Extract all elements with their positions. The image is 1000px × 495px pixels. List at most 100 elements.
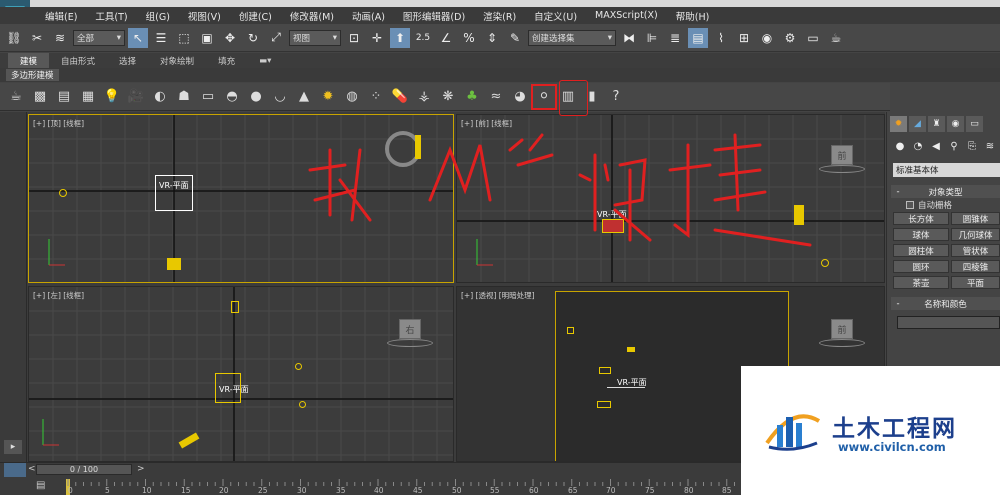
- light-helper[interactable]: [599, 367, 611, 374]
- cone-icon[interactable]: ▲: [293, 86, 315, 108]
- material-editor-icon[interactable]: ◉: [757, 28, 777, 48]
- name-color-rollout[interactable]: - 名称和颜色: [891, 297, 1000, 310]
- mirror-icon[interactable]: ⧓: [619, 28, 639, 48]
- primitive-category-dropdown[interactable]: 标准基本体: [893, 163, 1000, 177]
- named-selection-dropdown[interactable]: 创建选择集 ▾: [528, 29, 616, 46]
- camera-helper[interactable]: [167, 258, 181, 270]
- render-frame-icon[interactable]: ▩: [29, 86, 51, 108]
- window-crossing-icon[interactable]: ▣: [197, 28, 217, 48]
- viewport-left[interactable]: [+] [左] [线框] 右 VR-平面: [28, 286, 454, 462]
- viewport-label[interactable]: [+] [透视] [明暗处理]: [461, 290, 535, 301]
- light-helper[interactable]: [299, 401, 306, 408]
- helpers-icon[interactable]: ⎘: [965, 139, 979, 153]
- light-helper[interactable]: [231, 301, 239, 313]
- plane-icon[interactable]: ▭: [197, 86, 219, 108]
- curve-editor-icon[interactable]: ⌇: [711, 28, 731, 48]
- render-setup-icon[interactable]: ⚙: [780, 28, 800, 48]
- viewport-label[interactable]: [+] [顶] [线框]: [33, 118, 84, 129]
- geosphere-button[interactable]: 几何球体: [951, 228, 1000, 241]
- rendered-frame-icon[interactable]: ▭: [803, 28, 823, 48]
- ribbon-options-icon[interactable]: ▬▾: [247, 53, 283, 68]
- hierarchy-tab-icon[interactable]: ♜: [928, 116, 945, 132]
- select-object-icon[interactable]: ↖: [128, 27, 148, 48]
- capsule-icon[interactable]: 💊: [389, 86, 411, 108]
- menu-views[interactable]: 视图(V): [179, 9, 230, 23]
- rectangular-selection-icon[interactable]: ⬚: [174, 28, 194, 48]
- plant-icon[interactable]: ♣: [461, 86, 483, 108]
- camera-icon[interactable]: 🎥: [125, 86, 147, 108]
- cylinder-button[interactable]: 圆柱体: [893, 244, 949, 257]
- unlink-icon[interactable]: ✂: [27, 28, 47, 48]
- teapot-icon[interactable]: ☕: [5, 86, 27, 108]
- menu-animation[interactable]: 动画(A): [343, 9, 394, 23]
- help-icon[interactable]: ?: [605, 86, 627, 108]
- robot-icon[interactable]: ☗: [173, 86, 195, 108]
- select-manipulate-icon[interactable]: ✛: [367, 28, 387, 48]
- autogrid-checkbox[interactable]: [906, 201, 914, 209]
- sphere-button[interactable]: 球体: [893, 228, 949, 241]
- modify-tab-icon[interactable]: ◢: [909, 116, 926, 132]
- align-icon[interactable]: ⊫: [642, 28, 662, 48]
- keyboard-shortcut-override-icon[interactable]: ⬆: [390, 27, 410, 48]
- menu-edit[interactable]: 编辑(E): [36, 9, 86, 23]
- viewcube[interactable]: 前: [831, 319, 853, 339]
- bowl-icon[interactable]: ◡: [269, 86, 291, 108]
- menu-group[interactable]: 组(G): [137, 9, 179, 23]
- track-bar-toggle-icon[interactable]: ▤: [36, 480, 50, 492]
- move-icon[interactable]: ✥: [220, 28, 240, 48]
- box-button[interactable]: 长方体: [893, 212, 949, 225]
- light-helper[interactable]: [627, 347, 635, 352]
- hair-icon[interactable]: ≈: [485, 86, 507, 108]
- plane-button[interactable]: 平面: [951, 276, 1000, 289]
- polygon-modeling-label[interactable]: 多边形建模: [6, 69, 59, 81]
- menu-create[interactable]: 创建(C): [230, 9, 281, 23]
- light-helper[interactable]: [295, 363, 302, 370]
- sun-icon[interactable]: ✹: [317, 86, 339, 108]
- pyramid-button[interactable]: 四棱锥: [951, 260, 1000, 273]
- light-icon[interactable]: 💡: [101, 86, 123, 108]
- selection-filter-dropdown[interactable]: 全部 ▾: [73, 29, 125, 46]
- menu-rendering[interactable]: 渲染(R): [474, 9, 525, 23]
- tube-button[interactable]: 管状体: [951, 244, 1000, 257]
- lights-icon[interactable]: ◀: [929, 139, 943, 153]
- menu-tools[interactable]: 工具(T): [86, 9, 136, 23]
- vray-plane-gizmo[interactable]: [607, 387, 645, 393]
- viewcube-compass[interactable]: [387, 339, 433, 347]
- pivot-center-icon[interactable]: ⊡: [344, 28, 364, 48]
- tab-selection[interactable]: 选择: [107, 53, 148, 68]
- cameras-icon[interactable]: ⚲: [947, 139, 961, 153]
- light-helper[interactable]: [59, 189, 67, 197]
- tab-populate[interactable]: 填充: [206, 53, 247, 68]
- expand-arrow-icon[interactable]: ▸: [4, 440, 22, 454]
- light-helper[interactable]: [567, 327, 574, 334]
- viewport-label[interactable]: [+] [左] [线框]: [33, 290, 84, 301]
- texture-icon[interactable]: ◕: [509, 86, 531, 108]
- schematic-view-icon[interactable]: ⊞: [734, 28, 754, 48]
- percent-snap-icon[interactable]: %: [459, 28, 479, 48]
- angle-snap-icon[interactable]: ∠: [436, 28, 456, 48]
- table-icon[interactable]: ▦: [77, 86, 99, 108]
- render-teapot-icon[interactable]: ☕: [826, 28, 846, 48]
- tab-freeform[interactable]: 自由形式: [49, 53, 107, 68]
- geometry-icon[interactable]: ●: [893, 139, 907, 153]
- list-icon[interactable]: ▤: [53, 86, 75, 108]
- scene-explorer-icon[interactable]: ▤: [688, 27, 708, 48]
- layer-manager-icon[interactable]: ≣: [665, 28, 685, 48]
- camera-helper[interactable]: [597, 401, 611, 408]
- spacewarps-icon[interactable]: ≋: [983, 139, 997, 153]
- select-by-name-icon[interactable]: ☰: [151, 28, 171, 48]
- menu-customize[interactable]: 自定义(U): [525, 9, 586, 23]
- viewcube[interactable]: 右: [399, 319, 421, 339]
- spinner-snap-icon[interactable]: ⇕: [482, 28, 502, 48]
- menu-help[interactable]: 帮助(H): [667, 9, 719, 23]
- scale-icon[interactable]: ⤢: [266, 28, 286, 48]
- face-icon[interactable]: ◐: [149, 86, 171, 108]
- disc-icon[interactable]: ◍: [341, 86, 363, 108]
- edit-named-selection-icon[interactable]: ✎: [505, 28, 525, 48]
- display-tab-icon[interactable]: ▭: [966, 116, 983, 132]
- tab-object-paint[interactable]: 对象绘制: [148, 53, 206, 68]
- link-icon[interactable]: ⛓: [4, 28, 24, 48]
- bind-space-warp-icon[interactable]: ≋: [50, 28, 70, 48]
- prev-frame-icon[interactable]: <: [28, 464, 36, 474]
- viewcube-compass[interactable]: [819, 339, 865, 347]
